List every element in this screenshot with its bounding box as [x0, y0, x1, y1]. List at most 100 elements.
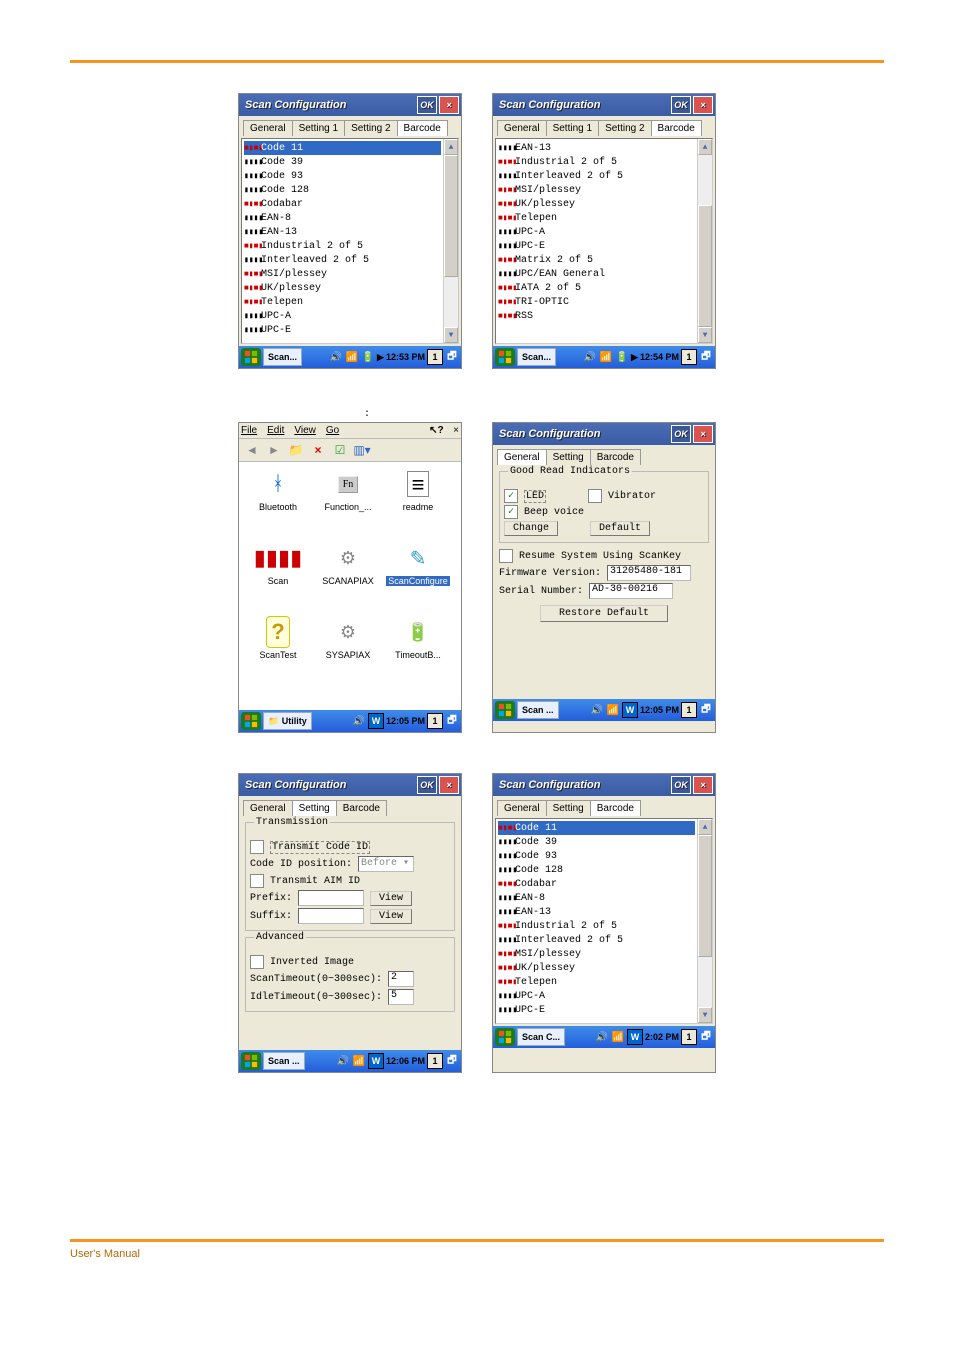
change-button[interactable]: Change [504, 521, 558, 536]
volume-icon[interactable]: 🔊 [329, 350, 343, 364]
tab-setting2[interactable]: Setting 2 [344, 120, 397, 136]
list-item[interactable]: ■▮■▮TRI-OPTIC [498, 295, 695, 309]
task-button[interactable]: 📁 Utility [263, 712, 312, 730]
idletimeout-input[interactable]: 5 [388, 989, 414, 1005]
vertical-scrollbar[interactable]: ▲ ▼ [443, 139, 458, 343]
up-icon[interactable]: 📁 [287, 441, 305, 459]
list-item[interactable]: ▮▮▮▮UPC/EAN General [498, 267, 695, 281]
list-item[interactable]: ■▮■▮RSS [498, 309, 695, 323]
expand-icon[interactable]: 🗗 [699, 1030, 713, 1044]
expand-icon[interactable]: 🗗 [699, 703, 713, 717]
start-button[interactable] [241, 1052, 261, 1070]
list-item[interactable]: ▮▮▮▮Code 39 [498, 835, 695, 849]
sip-button[interactable]: 1 [681, 1029, 697, 1045]
tab-setting1[interactable]: Setting 1 [292, 120, 345, 136]
list-item[interactable]: ▮▮▮▮UPC-A [498, 989, 695, 1003]
close-button[interactable]: × [453, 425, 459, 436]
list-item[interactable]: ■▮■▮Industrial 2 of 5 [498, 155, 695, 169]
task-button[interactable]: Scan ... [263, 1052, 305, 1070]
desktop-icon[interactable]: ≡readme [383, 466, 453, 540]
view-icon[interactable]: ▥▾ [353, 441, 371, 459]
codeid-position-dropdown[interactable]: Before ▾ [358, 856, 414, 872]
list-item[interactable]: ▮▮▮▮UPC-A [244, 309, 441, 323]
desktop-icon[interactable]: ⚙SCANAPIAX [313, 540, 383, 614]
suffix-input[interactable] [298, 908, 364, 924]
task-button[interactable]: Scan... [517, 348, 556, 366]
volume-icon[interactable]: 🔊 [590, 703, 604, 717]
menu-edit[interactable]: Edit [267, 425, 284, 436]
close-button[interactable]: × [693, 425, 713, 443]
sip-button[interactable]: 1 [427, 1053, 443, 1069]
close-button[interactable]: × [693, 776, 713, 794]
scroll-up-icon[interactable]: ▲ [444, 139, 458, 155]
list-item[interactable]: ▮▮▮▮EAN-8 [498, 891, 695, 905]
network-icon[interactable]: 📶 [352, 1054, 366, 1068]
list-item[interactable]: ▮▮▮▮Code 93 [498, 849, 695, 863]
expand-icon[interactable]: 🗗 [699, 350, 713, 364]
list-item[interactable]: ■▮■▮UK/plessey [498, 961, 695, 975]
default-button[interactable]: Default [590, 521, 650, 536]
inverted-image-checkbox[interactable] [250, 955, 264, 969]
list-item[interactable]: ■▮■▮UK/plessey [498, 197, 695, 211]
sip-button[interactable]: 1 [681, 702, 697, 718]
ok-button[interactable]: OK [671, 776, 691, 794]
desktop-icon[interactable]: 🔋TimeoutB... [383, 614, 453, 688]
restore-default-button[interactable]: Restore Default [540, 605, 668, 622]
volume-icon[interactable]: 🔊 [352, 714, 366, 728]
icon-grid[interactable]: ᚼBluetoothFnFunction_...≡readme▮▮▮▮Scan⚙… [239, 462, 461, 710]
list-item[interactable]: ▮▮▮▮EAN-13 [498, 905, 695, 919]
tab-setting1[interactable]: Setting 1 [546, 120, 599, 136]
list-item[interactable]: ■▮■▮Telepen [498, 211, 695, 225]
scroll-up-icon[interactable]: ▲ [698, 819, 712, 835]
scroll-down-icon[interactable]: ▼ [698, 327, 712, 343]
wifi-icon[interactable]: W [627, 1029, 643, 1045]
vertical-scrollbar[interactable]: ▲ ▼ [697, 139, 712, 343]
tab-general[interactable]: General [243, 800, 293, 816]
volume-icon[interactable]: 🔊 [595, 1030, 609, 1044]
vertical-scrollbar[interactable]: ▲ ▼ [697, 819, 712, 1023]
expand-icon[interactable]: 🗗 [445, 714, 459, 728]
tab-barcode[interactable]: Barcode [336, 800, 387, 816]
back-icon[interactable]: ◄ [243, 441, 261, 459]
list-item[interactable]: ▮▮▮▮UPC-E [244, 323, 441, 337]
list-item[interactable]: ■▮■▮Industrial 2 of 5 [244, 239, 441, 253]
volume-icon[interactable]: 🔊 [583, 350, 597, 364]
list-item[interactable]: ■▮■▮UK/plessey [244, 281, 441, 295]
network-icon[interactable]: 📶 [599, 350, 613, 364]
scroll-down-icon[interactable]: ▼ [698, 1007, 712, 1023]
forward-icon[interactable]: ► [265, 441, 283, 459]
desktop-icon[interactable]: ᚼBluetooth [243, 466, 313, 540]
scroll-thumb[interactable] [444, 155, 458, 277]
list-item[interactable]: ■▮■▮Telepen [498, 975, 695, 989]
wifi-icon[interactable]: W [368, 1053, 384, 1069]
desktop-icon[interactable]: FnFunction_... [313, 466, 383, 540]
task-button[interactable]: Scan C... [517, 1028, 565, 1046]
list-item[interactable]: ■▮■▮IATA 2 of 5 [498, 281, 695, 295]
prefix-view-button[interactable]: View [370, 891, 412, 906]
start-button[interactable] [495, 701, 515, 719]
tab-barcode[interactable]: Barcode [397, 120, 448, 136]
close-button[interactable]: × [439, 776, 459, 794]
task-button[interactable]: Scan ... [517, 701, 559, 719]
list-item[interactable]: ▮▮▮▮Code 93 [244, 169, 441, 183]
transmit-codeid-checkbox[interactable] [250, 840, 264, 854]
task-button[interactable]: Scan... [263, 348, 302, 366]
list-item[interactable]: ■▮■▮Codabar [244, 197, 441, 211]
beep-checkbox[interactable]: ✓ [504, 505, 518, 519]
list-item[interactable]: ▮▮▮▮Code 128 [244, 183, 441, 197]
volume-icon[interactable]: 🔊 [336, 1054, 350, 1068]
tab-barcode[interactable]: Barcode [590, 800, 641, 816]
close-button[interactable]: × [693, 96, 713, 114]
delete-icon[interactable]: × [309, 441, 327, 459]
list-item[interactable]: ▮▮▮▮EAN-13 [498, 141, 695, 155]
properties-icon[interactable]: ☑ [331, 441, 349, 459]
battery-icon[interactable]: 🔋 [615, 350, 629, 364]
list-item[interactable]: ▮▮▮▮Code 39 [244, 155, 441, 169]
expand-icon[interactable]: 🗗 [445, 1054, 459, 1068]
network-icon[interactable]: 📶 [345, 350, 359, 364]
start-button[interactable] [241, 348, 261, 366]
list-item[interactable]: ▮▮▮▮UPC-A [498, 225, 695, 239]
context-help-icon[interactable]: ↖? [429, 425, 443, 436]
scroll-thumb[interactable] [698, 205, 712, 327]
list-item[interactable]: ■▮■▮MSI/plessey [498, 947, 695, 961]
